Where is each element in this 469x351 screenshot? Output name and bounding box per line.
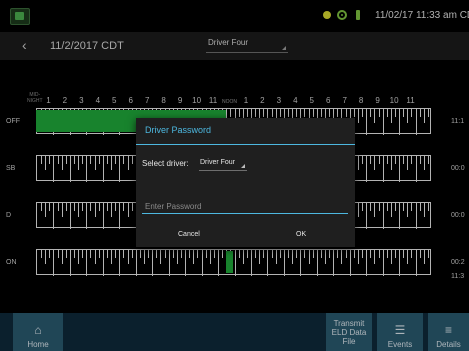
ok-button[interactable]: OK [296,231,306,238]
dropdown-arrow-icon [241,164,245,168]
password-input[interactable] [142,200,348,214]
dialog-title-divider [136,144,355,145]
dialog-title: Driver Password [145,125,212,135]
cancel-button[interactable]: Cancel [178,231,200,238]
select-driver-label: Select driver: [142,159,189,168]
driver-password-dialog: Driver Password Select driver: Driver Fo… [136,118,355,247]
dialog-driver-select[interactable]: Driver Four [199,157,247,171]
dialog-driver-value: Driver Four [200,159,236,166]
